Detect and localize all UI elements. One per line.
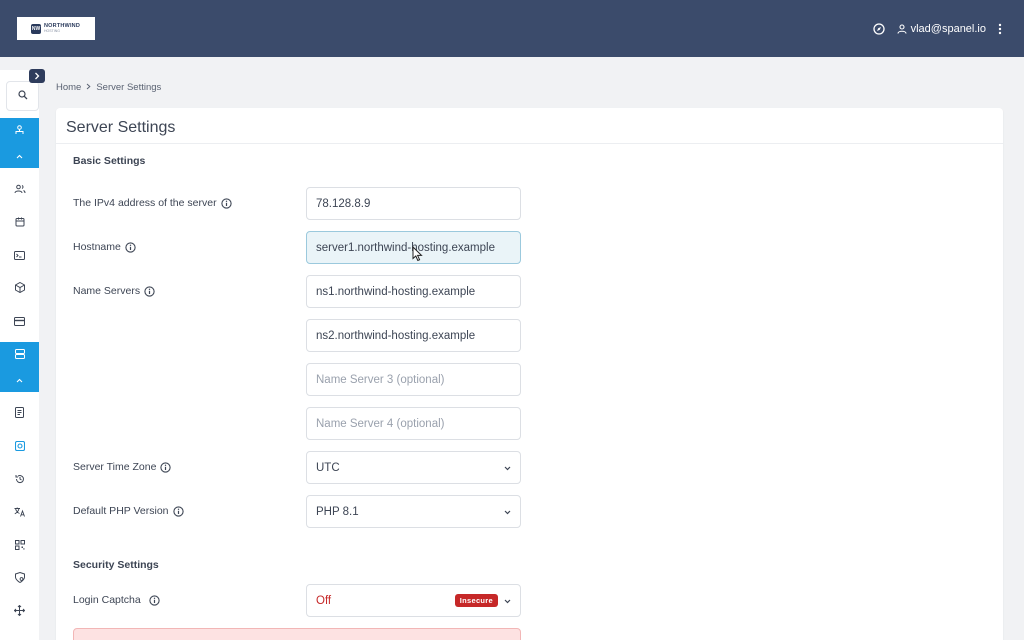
chevron-down-icon — [504, 462, 511, 474]
info-icon[interactable] — [220, 197, 232, 209]
login-captcha-label: Login Captcha — [73, 594, 160, 606]
page-title: Server Settings — [66, 119, 176, 136]
breadcrumb-current: Server Settings — [96, 82, 162, 93]
settings-card: Server Settings Basic Settings The IPv4 … — [56, 108, 1003, 640]
php-version-label-text: Default PHP Version — [73, 505, 169, 517]
security-warning-alert — [73, 628, 521, 640]
login-captcha-value: Off — [316, 594, 332, 607]
history-icon — [15, 471, 25, 489]
sidebar-item-packages[interactable] — [0, 272, 39, 305]
document-icon — [15, 405, 24, 423]
insecure-badge: Insecure — [454, 594, 498, 607]
php-version-value: PHP 8.1 — [316, 505, 359, 518]
breadcrumb: Home Server Settings — [56, 82, 161, 93]
name-server-3-input[interactable]: Name Server 3 (optional) — [306, 363, 521, 396]
hostname-label-text: Hostname — [73, 241, 121, 253]
sidebar-item-users[interactable] — [0, 173, 39, 206]
search-icon — [17, 87, 28, 105]
name-servers-label: Name Servers — [73, 285, 155, 297]
chevron-right-icon — [86, 82, 91, 93]
database-server-icon — [14, 346, 25, 364]
name-server-1-input[interactable]: ns1.northwind-hosting.example — [306, 275, 521, 308]
sidebar-item-documents[interactable] — [0, 397, 39, 430]
sidebar-item-move[interactable] — [0, 595, 39, 628]
qr-icon — [14, 537, 25, 555]
info-icon[interactable] — [149, 594, 160, 606]
chevron-down-icon — [504, 506, 511, 518]
breadcrumb-home[interactable]: Home — [56, 82, 81, 93]
security-settings-heading: Security Settings — [73, 559, 159, 571]
ipv4-label: The IPv4 address of the server — [73, 197, 232, 209]
sidebar-search-button[interactable] — [6, 81, 39, 111]
chevron-up-icon — [16, 370, 23, 388]
login-captcha-select[interactable]: Off Insecure — [306, 584, 521, 617]
settings-icon — [14, 438, 25, 456]
info-icon[interactable] — [160, 461, 172, 473]
terminal-icon — [14, 247, 25, 265]
compass-icon[interactable] — [872, 22, 885, 35]
sidebar-item-history[interactable] — [0, 463, 39, 496]
time-zone-label-text: Server Time Zone — [73, 461, 157, 473]
time-zone-select[interactable]: UTC — [306, 451, 521, 484]
sidebar-item-languages[interactable] — [0, 496, 39, 529]
info-icon[interactable] — [125, 241, 136, 253]
package-icon — [14, 280, 25, 298]
move-icon — [13, 603, 26, 621]
name-server-3-placeholder: Name Server 3 (optional) — [316, 373, 445, 386]
sidebar-item-security[interactable] — [0, 562, 39, 595]
sidebar-item-database-server[interactable] — [0, 342, 39, 392]
logo-mark: NW — [31, 23, 41, 34]
name-server-1-value: ns1.northwind-hosting.example — [316, 285, 476, 298]
info-icon[interactable] — [144, 285, 155, 297]
basic-settings-heading: Basic Settings — [73, 155, 146, 167]
sidebar-toggle-button[interactable] — [29, 69, 45, 83]
login-captcha-label-text: Login Captcha — [73, 594, 141, 606]
name-server-2-input[interactable]: ns2.northwind-hosting.example — [306, 319, 521, 352]
logo-subtitle: HOSTING — [44, 29, 60, 33]
time-zone-label: Server Time Zone — [73, 461, 172, 473]
sidebar-item-billing[interactable] — [0, 305, 39, 338]
name-server-4-input[interactable]: Name Server 4 (optional) — [306, 407, 521, 440]
sidebar-item-terminal[interactable] — [0, 239, 39, 272]
chevron-up-icon — [16, 146, 23, 164]
chevron-down-icon — [504, 595, 511, 607]
top-bar: NW NORTHWIND HOSTING vlad@spanel.io — [0, 0, 1024, 57]
php-version-select[interactable]: PHP 8.1 — [306, 495, 521, 528]
sidebar-item-server-settings[interactable] — [0, 430, 39, 463]
sidebar — [0, 70, 39, 640]
server-network-icon — [14, 122, 25, 140]
ipv4-input[interactable]: 78.128.8.9 — [306, 187, 521, 220]
name-server-2-value: ns2.northwind-hosting.example — [316, 329, 476, 342]
user-menu[interactable]: vlad@spanel.io — [897, 23, 986, 35]
user-icon — [897, 23, 907, 34]
ipv4-value: 78.128.8.9 — [316, 197, 371, 210]
time-zone-value: UTC — [316, 461, 340, 474]
calendar-icon — [15, 214, 25, 232]
mouse-cursor-icon — [412, 245, 423, 267]
chevron-right-icon — [34, 67, 40, 85]
kebab-menu-icon[interactable] — [998, 23, 1002, 35]
php-version-label: Default PHP Version — [73, 505, 184, 517]
info-icon[interactable] — [172, 505, 184, 517]
user-email: vlad@spanel.io — [910, 22, 986, 35]
divider — [56, 143, 1003, 144]
sidebar-item-server-network[interactable] — [0, 118, 39, 168]
name-server-4-placeholder: Name Server 4 (optional) — [316, 417, 445, 430]
logo[interactable]: NW NORTHWIND HOSTING — [17, 17, 95, 40]
card-icon — [14, 313, 25, 331]
users-icon — [14, 181, 26, 199]
name-servers-label-text: Name Servers — [73, 285, 141, 297]
translate-icon — [14, 504, 26, 522]
hostname-value: server1.northwind-hosting.example — [316, 241, 495, 254]
shield-icon — [14, 570, 25, 588]
sidebar-item-qr[interactable] — [0, 529, 39, 562]
ipv4-label-text: The IPv4 address of the server — [73, 197, 217, 209]
hostname-label: Hostname — [73, 241, 136, 253]
sidebar-item-calendar[interactable] — [0, 206, 39, 239]
